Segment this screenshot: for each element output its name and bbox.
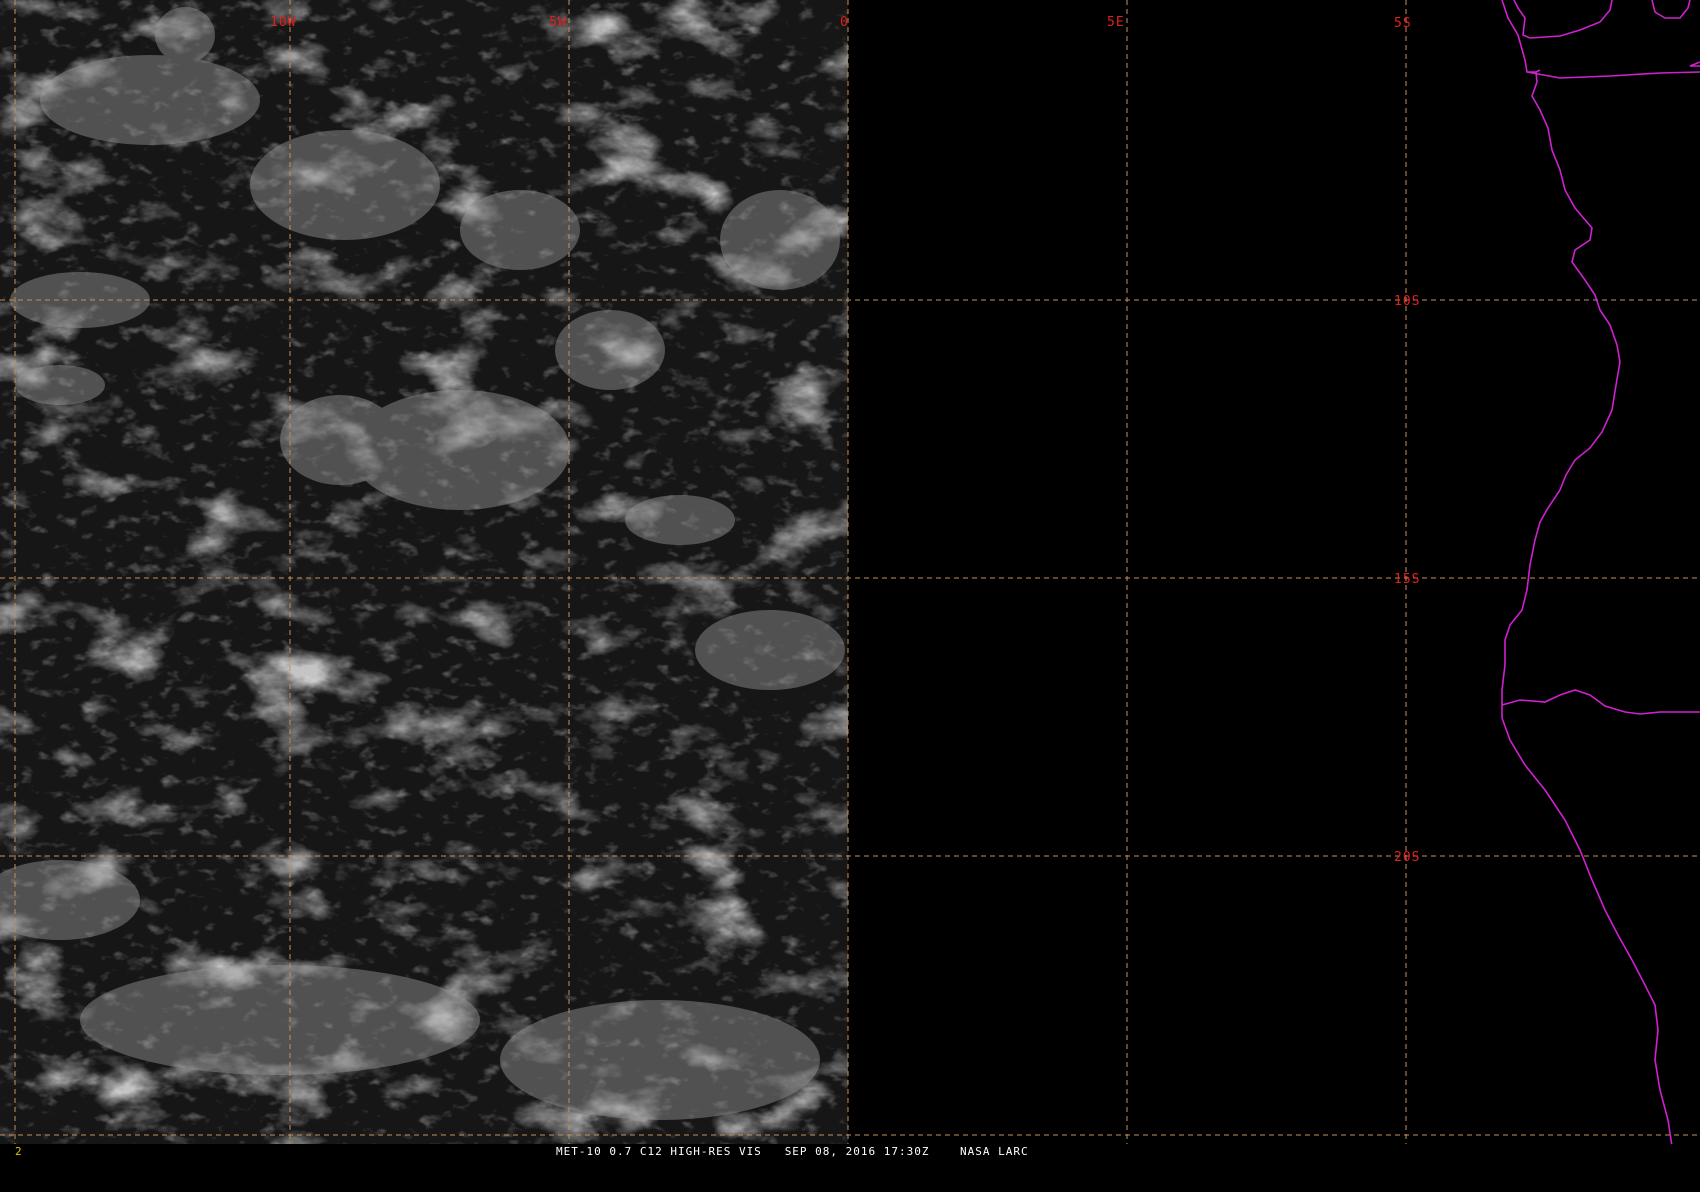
- magenta-coastline-overlay: [1501, 0, 1700, 1147]
- longitude-label: 5E: [1107, 15, 1125, 30]
- latitude-label: 10S: [1394, 294, 1420, 309]
- longitude-label: 5W: [549, 15, 567, 30]
- border-angola-drc: [1526, 71, 1700, 79]
- product-title: MET-10 0.7 C12 HIGH-RES VIS: [556, 1145, 762, 1158]
- longitude-label: 10W: [270, 15, 296, 30]
- satellite-imagery: [0, 0, 848, 1146]
- status-bar: 2 MET-10 0.7 C12 HIGH-RES VIS SEP 08, 20…: [0, 1144, 1700, 1160]
- image-timestamp: SEP 08, 2016 17:30Z: [784, 1145, 930, 1158]
- product-caption: MET-10 0.7 C12 HIGH-RES VIS SEP 08, 2016…: [556, 1144, 1029, 1160]
- data-source: NASA LARC: [960, 1145, 1029, 1158]
- frame-number: 2: [15, 1145, 22, 1158]
- longitude-label: 0: [840, 15, 849, 30]
- border-cabinda-east: [1651, 0, 1691, 19]
- border-angola-namibia: [1501, 689, 1700, 715]
- latitude-label: 15S: [1394, 572, 1420, 587]
- coastline-west-africa: [1501, 0, 1673, 1147]
- latitude-label: 5S: [1394, 16, 1412, 31]
- border-cabinda: [1513, 0, 1613, 39]
- satellite-map: 10W 5W 0 5E 5S 10S 15S 20S: [0, 0, 1700, 1147]
- border-zaire-region: [1689, 61, 1700, 67]
- latitude-label: 20S: [1394, 850, 1420, 865]
